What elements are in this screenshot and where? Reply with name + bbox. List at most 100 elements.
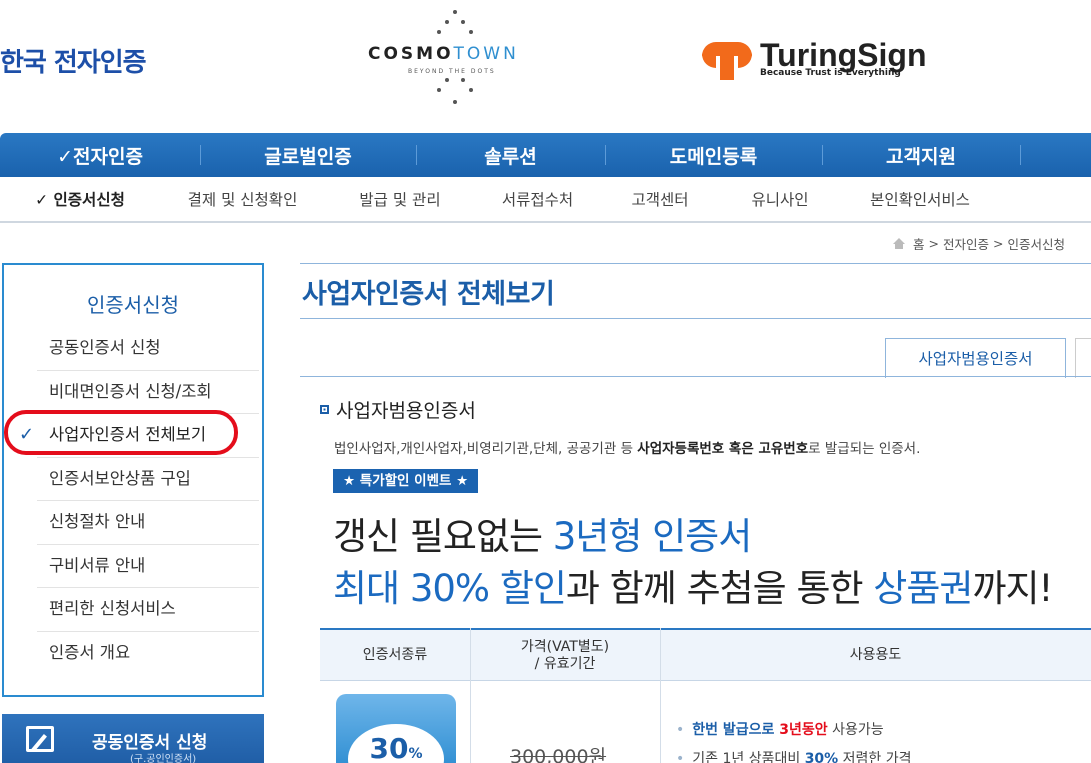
usage-text: 기존 1년 상품대비: [692, 751, 805, 763]
discount-number: 30: [369, 732, 409, 763]
sidebar-item-label: 편리한 신청서비스: [49, 599, 176, 618]
title-divider: [300, 318, 1091, 319]
main-nav-item-global-cert[interactable]: 글로벌인증: [200, 133, 416, 177]
th-usage: 사용용도: [849, 647, 902, 663]
sub-nav-item-identity[interactable]: 본인확인서비스: [840, 177, 1000, 221]
usage-item: 기존 1년 상품대비 30% 저렴한 가격: [676, 745, 912, 763]
sidebar-item-label: 사업자인증서 전체보기: [49, 425, 207, 444]
breadcrumb-level2[interactable]: 인증서신청: [1008, 234, 1066, 253]
main-nav-item-solution[interactable]: 솔루션: [416, 133, 605, 177]
sub-nav-item-issue[interactable]: 발급 및 관리: [325, 177, 475, 221]
th-price-line2: / 유효기간: [534, 655, 596, 672]
sidebar-item-label: 인증서 개요: [49, 642, 131, 662]
table-col-divider: [470, 628, 471, 763]
sidebar-item-label: 신청절차 안내: [49, 512, 146, 531]
sidebar-menu: 공동인증서 신청 비대면인증서 신청/조회 ✓ 사업자인증서 전체보기 인증서보안…: [19, 327, 259, 676]
sidebar-item-business-cert-all[interactable]: ✓ 사업자인증서 전체보기: [19, 414, 259, 458]
check-icon: ✓: [19, 424, 35, 445]
main-nav-spacer: [1020, 133, 1091, 177]
sidebar: 인증서신청 공동인증서 신청 비대면인증서 신청/조회 ✓ 사업자인증서 전체보기…: [2, 263, 264, 697]
desc-pre: 법인사업자,개인사업자,비영리기관,단체, 공공기관 등: [334, 441, 638, 457]
usage-red: 3년동안: [779, 722, 828, 738]
sub-nav: ✓ 인증서신청 결제 및 신청확인 발급 및 관리 서류접수처 고객센터 유니사…: [0, 177, 1091, 223]
square-bullet-icon: [320, 405, 329, 414]
breadcrumb: 홈 > 전자인증 > 인증서신청: [893, 234, 1065, 253]
breadcrumb-separator-icon: >: [993, 236, 1004, 251]
promo-headline-2: 최대 30% 할인과 함께 추첨을 통한 상품권까지!: [333, 558, 1053, 612]
promo1-highlight: 3년형 인증서: [552, 515, 753, 558]
cosmotown-tagline: BEYOND THE DOTS: [408, 68, 496, 75]
sidebar-item-label: 공동인증서 신청: [49, 338, 161, 357]
promo2-highlight-discount: 최대 30% 할인: [333, 567, 567, 610]
page-title: 사업자인증서 전체보기: [302, 279, 555, 310]
sub-nav-item-center[interactable]: 고객센터: [600, 177, 720, 221]
home-icon: [893, 238, 905, 249]
sidebar-title: 인증서신청: [87, 293, 179, 317]
breadcrumb-home[interactable]: 홈: [913, 234, 925, 253]
usage-blue: 30%: [804, 751, 839, 763]
edit-icon: [26, 726, 54, 752]
logo-bar: 한국 전자인증 COSMOTOWN BEYOND THE DOTS Turing…: [0, 0, 1091, 130]
sidebar-item-label: 비대면인증서 신청/조회: [49, 381, 212, 401]
tab-divider: [300, 376, 1091, 377]
promo2-text-end: 까지!: [972, 567, 1053, 610]
turingsign-t-icon: [702, 38, 752, 80]
usage-item: 한번 발급으로 3년동안 사용가능: [676, 716, 912, 745]
main-nav-item-e-cert[interactable]: ✓전자인증: [0, 133, 200, 177]
desc-post: 로 발급되는 인증서.: [808, 441, 921, 457]
breadcrumb-separator-icon: >: [928, 236, 939, 251]
table-col-divider: [660, 628, 661, 763]
desc-bold: 사업자등록번호 혹은 고유번호: [637, 441, 809, 457]
kec-logo-text: 한국 전자인증: [0, 48, 147, 78]
tab-next[interactable]: [1075, 338, 1091, 378]
sub-nav-item-docs[interactable]: 서류접수처: [475, 177, 600, 221]
sub-nav-item-unisign[interactable]: 유니사인: [720, 177, 840, 221]
sidebar-item-untact-cert[interactable]: 비대면인증서 신청/조회: [37, 371, 259, 414]
sidebar-item-cert-overview[interactable]: 인증서 개요: [37, 632, 259, 676]
discount-badge: 30%: [348, 724, 444, 763]
tab-business-general-cert[interactable]: 사업자범용인증서: [885, 338, 1066, 378]
sidebar-item-security-product[interactable]: 인증서보안상품 구입: [37, 458, 259, 501]
usage-text: 사용가능: [827, 722, 884, 738]
promo2-highlight-voucher: 상품권: [873, 567, 973, 610]
table-header: 인증서종류 가격(VAT별도) / 유효기간 사용용도: [320, 628, 1091, 681]
usage-blue: 한번 발급으로: [692, 722, 780, 738]
section-title-text: 사업자범용인증서: [336, 400, 476, 422]
main-nav-item-domain[interactable]: 도메인등록: [605, 133, 822, 177]
promo2-text: 과 함께 추첨을 통한: [565, 567, 874, 610]
usage-text: 저렴한 가격: [838, 751, 912, 763]
promo1-text: 갱신 필요없는: [333, 515, 553, 558]
sidebar-item-convenient-service[interactable]: 편리한 신청서비스: [37, 588, 259, 632]
sub-nav-item-cert-apply[interactable]: ✓ 인증서신청: [0, 177, 160, 221]
main-nav-item-support[interactable]: 고객지원: [822, 133, 1020, 177]
product-discount-image: 30%: [336, 694, 456, 763]
sidebar-item-joint-cert[interactable]: 공동인증서 신청: [37, 327, 259, 371]
turingsign-name: TuringSign: [760, 37, 927, 73]
cosmotown-logo[interactable]: COSMOTOWN BEYOND THE DOTS: [368, 8, 543, 113]
cosmotown-wordmark: COSMOTOWN: [368, 44, 519, 64]
content-top-divider: [300, 263, 1091, 264]
promo-headline-1: 갱신 필요없는 3년형 인증서: [333, 506, 753, 560]
sidebar-item-procedure[interactable]: 신청절차 안내: [37, 501, 259, 545]
th-cert-type: 인증서종류: [362, 647, 428, 663]
kec-logo[interactable]: 한국 전자인증: [0, 42, 147, 79]
joint-cert-apply-banner[interactable]: 공동인증서 신청 (구.공인인증서): [2, 714, 264, 763]
discount-unit: %: [408, 746, 423, 762]
original-price: 300,000원: [510, 746, 607, 763]
sidebar-item-label: 구비서류 안내: [49, 555, 146, 575]
main-nav: ✓전자인증 글로벌인증 솔루션 도메인등록 고객지원: [0, 133, 1091, 177]
section-title: 사업자범용인증서: [320, 396, 476, 423]
sidebar-item-label: 인증서보안상품 구입: [49, 468, 191, 488]
th-price: 가격(VAT별도) / 유효기간: [470, 630, 660, 681]
cosmo-text: COSMO: [368, 44, 454, 64]
section-description: 법인사업자,개인사업자,비영리기관,단체, 공공기관 등 사업자등록번호 혹은 …: [334, 437, 920, 457]
apply-banner-subtitle: (구.공인인증서): [130, 754, 197, 763]
sub-nav-item-payment[interactable]: 결제 및 신청확인: [160, 177, 325, 221]
event-badge: ★ 특가할인 이벤트 ★: [333, 469, 479, 493]
usage-list: 한번 발급으로 3년동안 사용가능 기존 1년 상품대비 30% 저렴한 가격: [676, 716, 912, 763]
th-price-line1: 가격(VAT별도): [520, 638, 610, 655]
turingsign-logo[interactable]: TuringSign Because Trust is Everything: [702, 38, 926, 80]
sidebar-item-documents[interactable]: 구비서류 안내: [37, 545, 259, 588]
breadcrumb-level1[interactable]: 전자인증: [943, 234, 989, 253]
town-text: TOWN: [453, 44, 519, 64]
